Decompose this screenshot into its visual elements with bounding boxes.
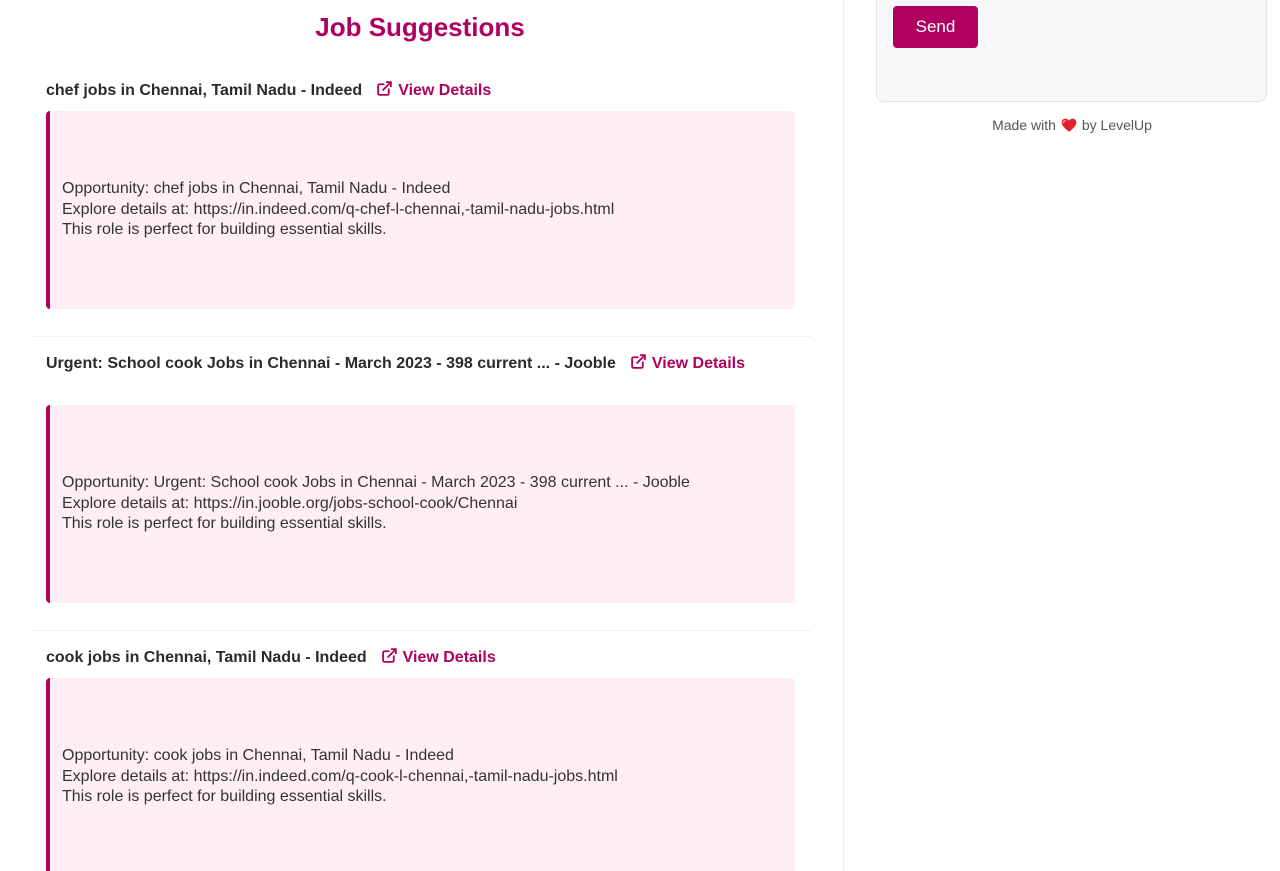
job-title: Urgent: School cook Jobs in Chennai - Ma… [46,353,776,374]
job-opportunity-line: Opportunity: chef jobs in Chennai, Tamil… [62,180,451,197]
chat-panel: Send Made with by LevelUp [844,0,1280,871]
job-note-line: This role is perfect for building essent… [62,515,387,532]
job-details-line: Explore details at: https://in.indeed.co… [62,767,618,785]
job-title-text: Urgent: School cook Jobs in Chennai - Ma… [46,355,616,372]
external-link-icon [377,81,392,96]
page: Job Suggestions chef jobs in Chennai, Ta… [0,0,1280,871]
heart-icon [1061,118,1077,132]
external-link-icon [381,648,397,663]
footer-made-with: Made with [992,117,1056,133]
page-title: Job Suggestions [315,12,525,42]
send-button[interactable]: Send [893,6,978,48]
job-opportunity-line: Opportunity: Urgent: School cook Jobs in… [62,474,690,491]
chat-input-box: Send [876,0,1267,102]
view-details-link[interactable]: View Details [630,354,745,372]
job-opportunity-line: Opportunity: cook jobs in Chennai, Tamil… [62,747,454,764]
job-card: Opportunity: chef jobs in Chennai, Tamil… [46,111,795,309]
view-details-label: View Details [402,649,496,666]
job-suggestions-panel: Job Suggestions chef jobs in Chennai, Ta… [0,0,844,871]
job-details-line: Explore details at: https://in.jooble.or… [62,494,518,512]
view-details-link[interactable]: View Details [381,648,496,666]
footer: Made with by LevelUp [844,116,1280,134]
job-note-line: This role is perfect for building essent… [62,788,387,805]
job-description: Opportunity: chef jobs in Chennai, Tamil… [62,179,785,241]
job-description: Opportunity: Urgent: School cook Jobs in… [62,473,785,535]
job-card: Opportunity: Urgent: School cook Jobs in… [46,405,795,603]
job-title: chef jobs in Chennai, Tamil Nadu - Indee… [46,80,776,101]
job-card: Opportunity: cook jobs in Chennai, Tamil… [46,678,795,871]
view-details-label: View Details [651,355,745,372]
job-item: cook jobs in Chennai, Tamil Nadu - Indee… [30,631,811,871]
external-link-icon [631,354,646,369]
view-details-label: View Details [398,82,492,99]
footer-by: by LevelUp [1081,117,1152,133]
job-title-text: cook jobs in Chennai, Tamil Nadu - Indee… [46,649,367,666]
job-title: cook jobs in Chennai, Tamil Nadu - Indee… [46,647,776,668]
job-note-line: This role is perfect for building essent… [62,221,387,238]
job-description: Opportunity: cook jobs in Chennai, Tamil… [62,746,785,808]
job-item: chef jobs in Chennai, Tamil Nadu - Indee… [30,70,811,337]
job-details-line: Explore details at: https://in.indeed.co… [62,200,615,218]
view-details-link[interactable]: View Details [376,81,492,99]
job-item: Urgent: School cook Jobs in Chennai - Ma… [30,337,811,631]
job-title-text: chef jobs in Chennai, Tamil Nadu - Indee… [46,82,363,99]
